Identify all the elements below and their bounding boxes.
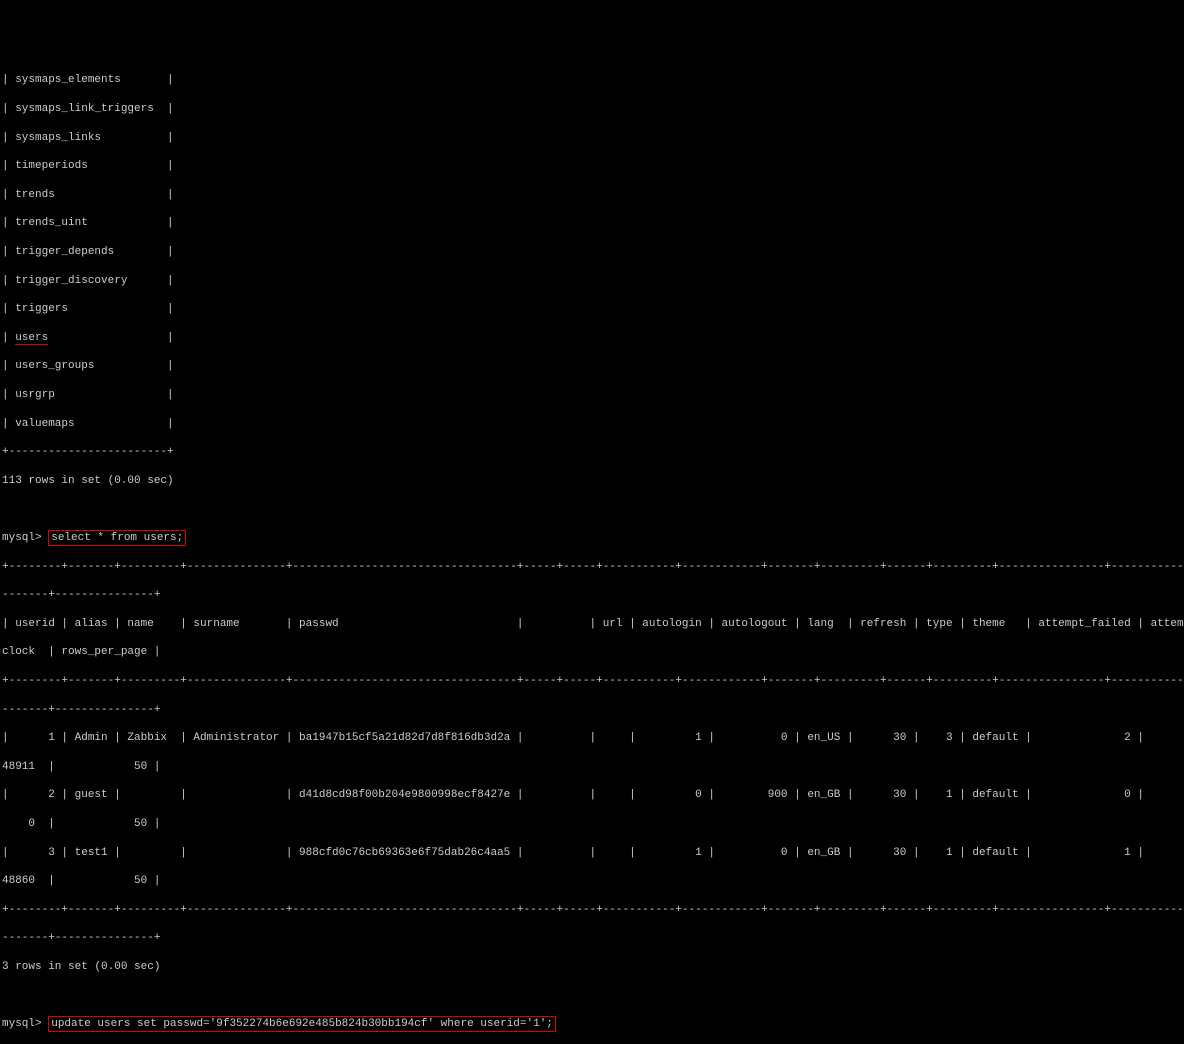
table-row: | trigger_discovery | xyxy=(2,274,1182,288)
table-border: +--------+-------+---------+------------… xyxy=(2,674,1182,688)
table-border: -------+---------------+ xyxy=(2,588,1182,602)
blank xyxy=(2,502,1182,516)
table-row: 48911 | 50 | xyxy=(2,760,1182,774)
table-row-users: | users | xyxy=(2,331,1182,345)
prompt-line[interactable]: mysql> update users set passwd='9f352274… xyxy=(2,1017,1182,1031)
table-header: clock | rows_per_page | xyxy=(2,645,1182,659)
table-row: | sysmaps_links | xyxy=(2,131,1182,145)
table-row: | trends_uint | xyxy=(2,216,1182,230)
users-highlight: users xyxy=(15,332,48,345)
terminal-output: | sysmaps_elements | | sysmaps_link_trig… xyxy=(2,59,1182,1044)
blank xyxy=(2,988,1182,1002)
table-row: | trigger_depends | xyxy=(2,245,1182,259)
table-row: 48860 | 50 | xyxy=(2,874,1182,888)
table-border: +--------+-------+---------+------------… xyxy=(2,560,1182,574)
table-row: | sysmaps_link_triggers | xyxy=(2,102,1182,116)
table-border: +--------+-------+---------+------------… xyxy=(2,903,1182,917)
table-row: | usrgrp | xyxy=(2,388,1182,402)
prompt-line[interactable]: mysql> select * from users; xyxy=(2,531,1182,545)
table-row: | 3 | test1 | | | 988cfd0c76cb69363e6f75… xyxy=(2,846,1182,860)
table-row: | users_groups | xyxy=(2,359,1182,373)
table-row: | valuemaps | xyxy=(2,417,1182,431)
table-row: | triggers | xyxy=(2,302,1182,316)
table-row: | sysmaps_elements | xyxy=(2,73,1182,87)
table-header: | userid | alias | name | surname | pass… xyxy=(2,617,1182,631)
table-border: -------+---------------+ xyxy=(2,703,1182,717)
table-row: | trends | xyxy=(2,188,1182,202)
table-border: -------+---------------+ xyxy=(2,931,1182,945)
table-row: 0 | 50 | xyxy=(2,817,1182,831)
table-row: | timeperiods | xyxy=(2,159,1182,173)
rows-summary: 3 rows in set (0.00 sec) xyxy=(2,960,1182,974)
rows-summary: 113 rows in set (0.00 sec) xyxy=(2,474,1182,488)
update-query-highlight: update users set passwd='9f352274b6e692e… xyxy=(48,1016,556,1032)
table-border: +------------------------+ xyxy=(2,445,1182,459)
table-row: | 1 | Admin | Zabbix | Administrator | b… xyxy=(2,731,1182,745)
select-query-highlight: select * from users; xyxy=(48,530,186,546)
table-row: | 2 | guest | | | d41d8cd98f00b204e98009… xyxy=(2,788,1182,802)
